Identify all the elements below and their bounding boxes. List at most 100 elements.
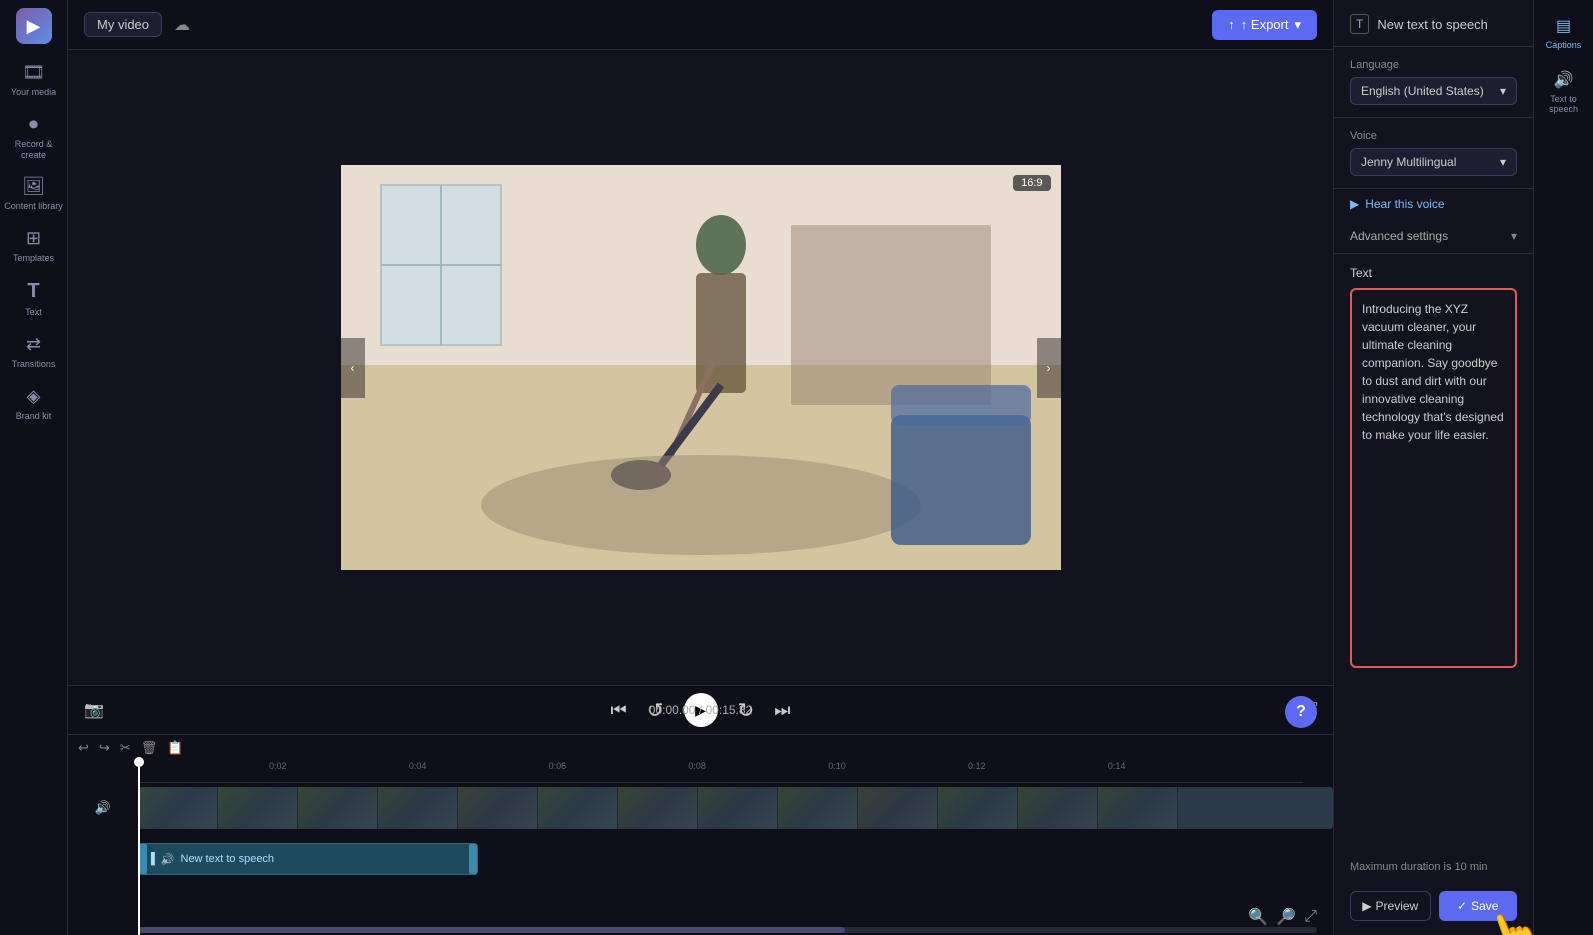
- app-logo: ▶: [16, 8, 52, 44]
- text-section-label: Text: [1350, 266, 1517, 280]
- hear-this-voice-button[interactable]: ▶ Hear this voice: [1334, 189, 1533, 219]
- sidebar: ▶ 🎞 Your media ⏺ Record & create 🖼 Conte…: [0, 0, 68, 935]
- ruler-mark-02: 0:02: [269, 761, 287, 771]
- tts-track-bar[interactable]: ▐ 🔊 New text to speech: [138, 843, 478, 875]
- tts-track-content[interactable]: ▐ 🔊 New text to speech: [138, 835, 1333, 879]
- skip-forward-button[interactable]: ⏭: [774, 700, 790, 721]
- help-button[interactable]: ?: [1285, 696, 1317, 728]
- tts-voice-section: Voice Jenny Multilingual ▾: [1334, 118, 1533, 189]
- sidebar-item-label-brand-kit: Brand kit: [16, 411, 52, 422]
- timeline-ruler: 0:02 0:04 0:06 0:08 0:10 0:12 0:14: [138, 761, 1303, 783]
- video-track-handle: 🔊: [68, 800, 138, 816]
- sidebar-item-your-media[interactable]: 🎞 Your media: [0, 54, 67, 106]
- tts-panel: T New text to speech Language English (U…: [1333, 0, 1533, 935]
- timeline-scrollbar[interactable]: [138, 927, 1317, 933]
- voice-select[interactable]: Jenny Multilingual ▾: [1350, 148, 1517, 176]
- sidebar-item-label-text: Text: [25, 307, 42, 318]
- duplicate-icon[interactable]: 📋: [167, 740, 183, 756]
- video-preview: 16:9 ‹ ›: [341, 165, 1061, 570]
- tts-actions: ▶ Preview ✓ Save 👆: [1334, 881, 1533, 935]
- ruler-mark-14: 0:14: [1108, 761, 1126, 771]
- video-track-row: 🔊: [68, 783, 1333, 833]
- hear-voice-label: Hear this voice: [1365, 197, 1444, 211]
- language-select[interactable]: English (United States) ▾: [1350, 77, 1517, 105]
- skip-back-button[interactable]: ⏮: [611, 700, 627, 721]
- project-title[interactable]: My video: [84, 12, 162, 37]
- content-library-icon: 🖼: [22, 176, 45, 197]
- captions-tab[interactable]: ▤ Captions: [1534, 8, 1593, 58]
- sidebar-item-brand-kit[interactable]: ◈ Brand kit: [0, 378, 67, 430]
- tts-panel-header: T New text to speech: [1334, 0, 1533, 47]
- brand-kit-icon: ◈: [27, 386, 41, 407]
- sidebar-item-label-templates: Templates: [13, 253, 54, 264]
- cut-icon[interactable]: ✂: [120, 740, 131, 756]
- timeline-area: ↩ ↪ ✂ 🗑 📋 0:02 0:04 0:06 0:08 0:10 0:12 …: [68, 735, 1333, 935]
- video-track-content[interactable]: [138, 783, 1333, 833]
- language-chevron-icon: ▾: [1500, 84, 1506, 98]
- tts-track-label: New text to speech: [181, 853, 275, 865]
- main-area: My video ☁ ↑ ↑ Export ▾: [68, 0, 1333, 935]
- captions-icon: ▤: [1556, 16, 1571, 36]
- captions-sidebar: ▤ Captions 🔊 Text to speech: [1533, 0, 1593, 935]
- preview-button[interactable]: ▶ Preview: [1350, 891, 1431, 921]
- ruler-mark-12: 0:12: [968, 761, 986, 771]
- text-area-wrapper: Introducing the XYZ vacuum cleaner, your…: [1350, 288, 1517, 668]
- zoom-in-button[interactable]: 🔎: [1276, 907, 1296, 927]
- logo-icon: ▶: [27, 16, 41, 37]
- sidebar-item-transitions[interactable]: ⇄ Transitions: [0, 326, 67, 378]
- max-duration-info: Maximum duration is 10 min: [1334, 853, 1533, 881]
- templates-icon: ⊞: [26, 228, 41, 249]
- voice-label: Voice: [1350, 130, 1517, 142]
- advanced-settings-label: Advanced settings: [1350, 229, 1448, 243]
- redo-icon[interactable]: ↪: [99, 740, 110, 756]
- camera-icon[interactable]: 📷: [84, 700, 104, 720]
- sidebar-item-text[interactable]: T Text: [0, 272, 67, 326]
- sidebar-item-label-transitions: Transitions: [12, 359, 56, 370]
- zoom-controls: 🔍 🔎 ⤢: [1248, 907, 1317, 927]
- video-scene: [341, 165, 1061, 570]
- tts-handle-left[interactable]: [139, 844, 147, 874]
- your-media-icon: 🎞: [22, 62, 45, 83]
- text-icon: T: [27, 280, 39, 303]
- rewind-button[interactable]: ↺: [647, 698, 664, 723]
- playback-controls: 📷 ⏮ ↺ ▶ ↻ ⏭ ⛶ 00:00.00 / 00:15.82 ?: [68, 685, 1333, 735]
- sidebar-item-templates[interactable]: ⊞ Templates: [0, 220, 67, 272]
- ruler-mark-04: 0:04: [409, 761, 427, 771]
- play-button[interactable]: ▶: [684, 693, 718, 727]
- save-button[interactable]: ✓ Save: [1439, 891, 1518, 921]
- captions-label: Captions: [1546, 40, 1582, 50]
- timeline-expand-button[interactable]: ⤢: [1304, 908, 1317, 926]
- export-chevron-icon: ▾: [1294, 17, 1301, 33]
- sidebar-item-label-your-media: Your media: [11, 87, 56, 98]
- advanced-settings-chevron-icon: ▾: [1511, 229, 1517, 243]
- text-to-speech-tab[interactable]: 🔊 Text to speech: [1534, 62, 1593, 122]
- tts-text-area[interactable]: Introducing the XYZ vacuum cleaner, your…: [1352, 290, 1515, 666]
- video-left-arrow[interactable]: ‹: [341, 338, 365, 398]
- voice-value: Jenny Multilingual: [1361, 155, 1456, 169]
- tts-text-section: Text Introducing the XYZ vacuum cleaner,…: [1334, 254, 1533, 853]
- tts-header-icon: T: [1350, 14, 1369, 34]
- advanced-settings-toggle[interactable]: Advanced settings ▾: [1334, 219, 1533, 254]
- tts-header-title: New text to speech: [1377, 17, 1488, 32]
- language-label: Language: [1350, 59, 1517, 71]
- tts-track-row: ▐ 🔊 New text to speech: [68, 835, 1333, 879]
- topbar: My video ☁ ↑ ↑ Export ▾: [68, 0, 1333, 50]
- preview-icon: ▶: [1362, 899, 1371, 913]
- left-controls: 📷: [84, 700, 104, 720]
- video-right-arrow[interactable]: ›: [1037, 338, 1061, 398]
- aspect-ratio-badge: 16:9: [1013, 175, 1050, 191]
- export-button[interactable]: ↑ ↑ Export ▾: [1212, 10, 1317, 40]
- sidebar-item-record-create[interactable]: ⏺ Record & create: [0, 106, 67, 169]
- forward-button[interactable]: ↻: [738, 698, 755, 723]
- timeline-toolbar: ↩ ↪ ✂ 🗑 📋: [68, 735, 193, 761]
- tts-handle-right[interactable]: [469, 844, 477, 874]
- undo-icon[interactable]: ↩: [78, 740, 89, 756]
- tts-tab-label: Text to speech: [1538, 94, 1589, 114]
- save-check-icon: ✓: [1457, 899, 1467, 913]
- cloud-icon: ☁: [174, 15, 190, 35]
- zoom-out-button[interactable]: 🔍: [1248, 907, 1268, 927]
- sidebar-item-label-record-create: Record & create: [4, 139, 63, 161]
- tts-language-section: Language English (United States) ▾: [1334, 47, 1533, 118]
- sidebar-item-content-library[interactable]: 🖼 Content library: [0, 168, 67, 220]
- delete-icon[interactable]: 🗑: [141, 740, 158, 756]
